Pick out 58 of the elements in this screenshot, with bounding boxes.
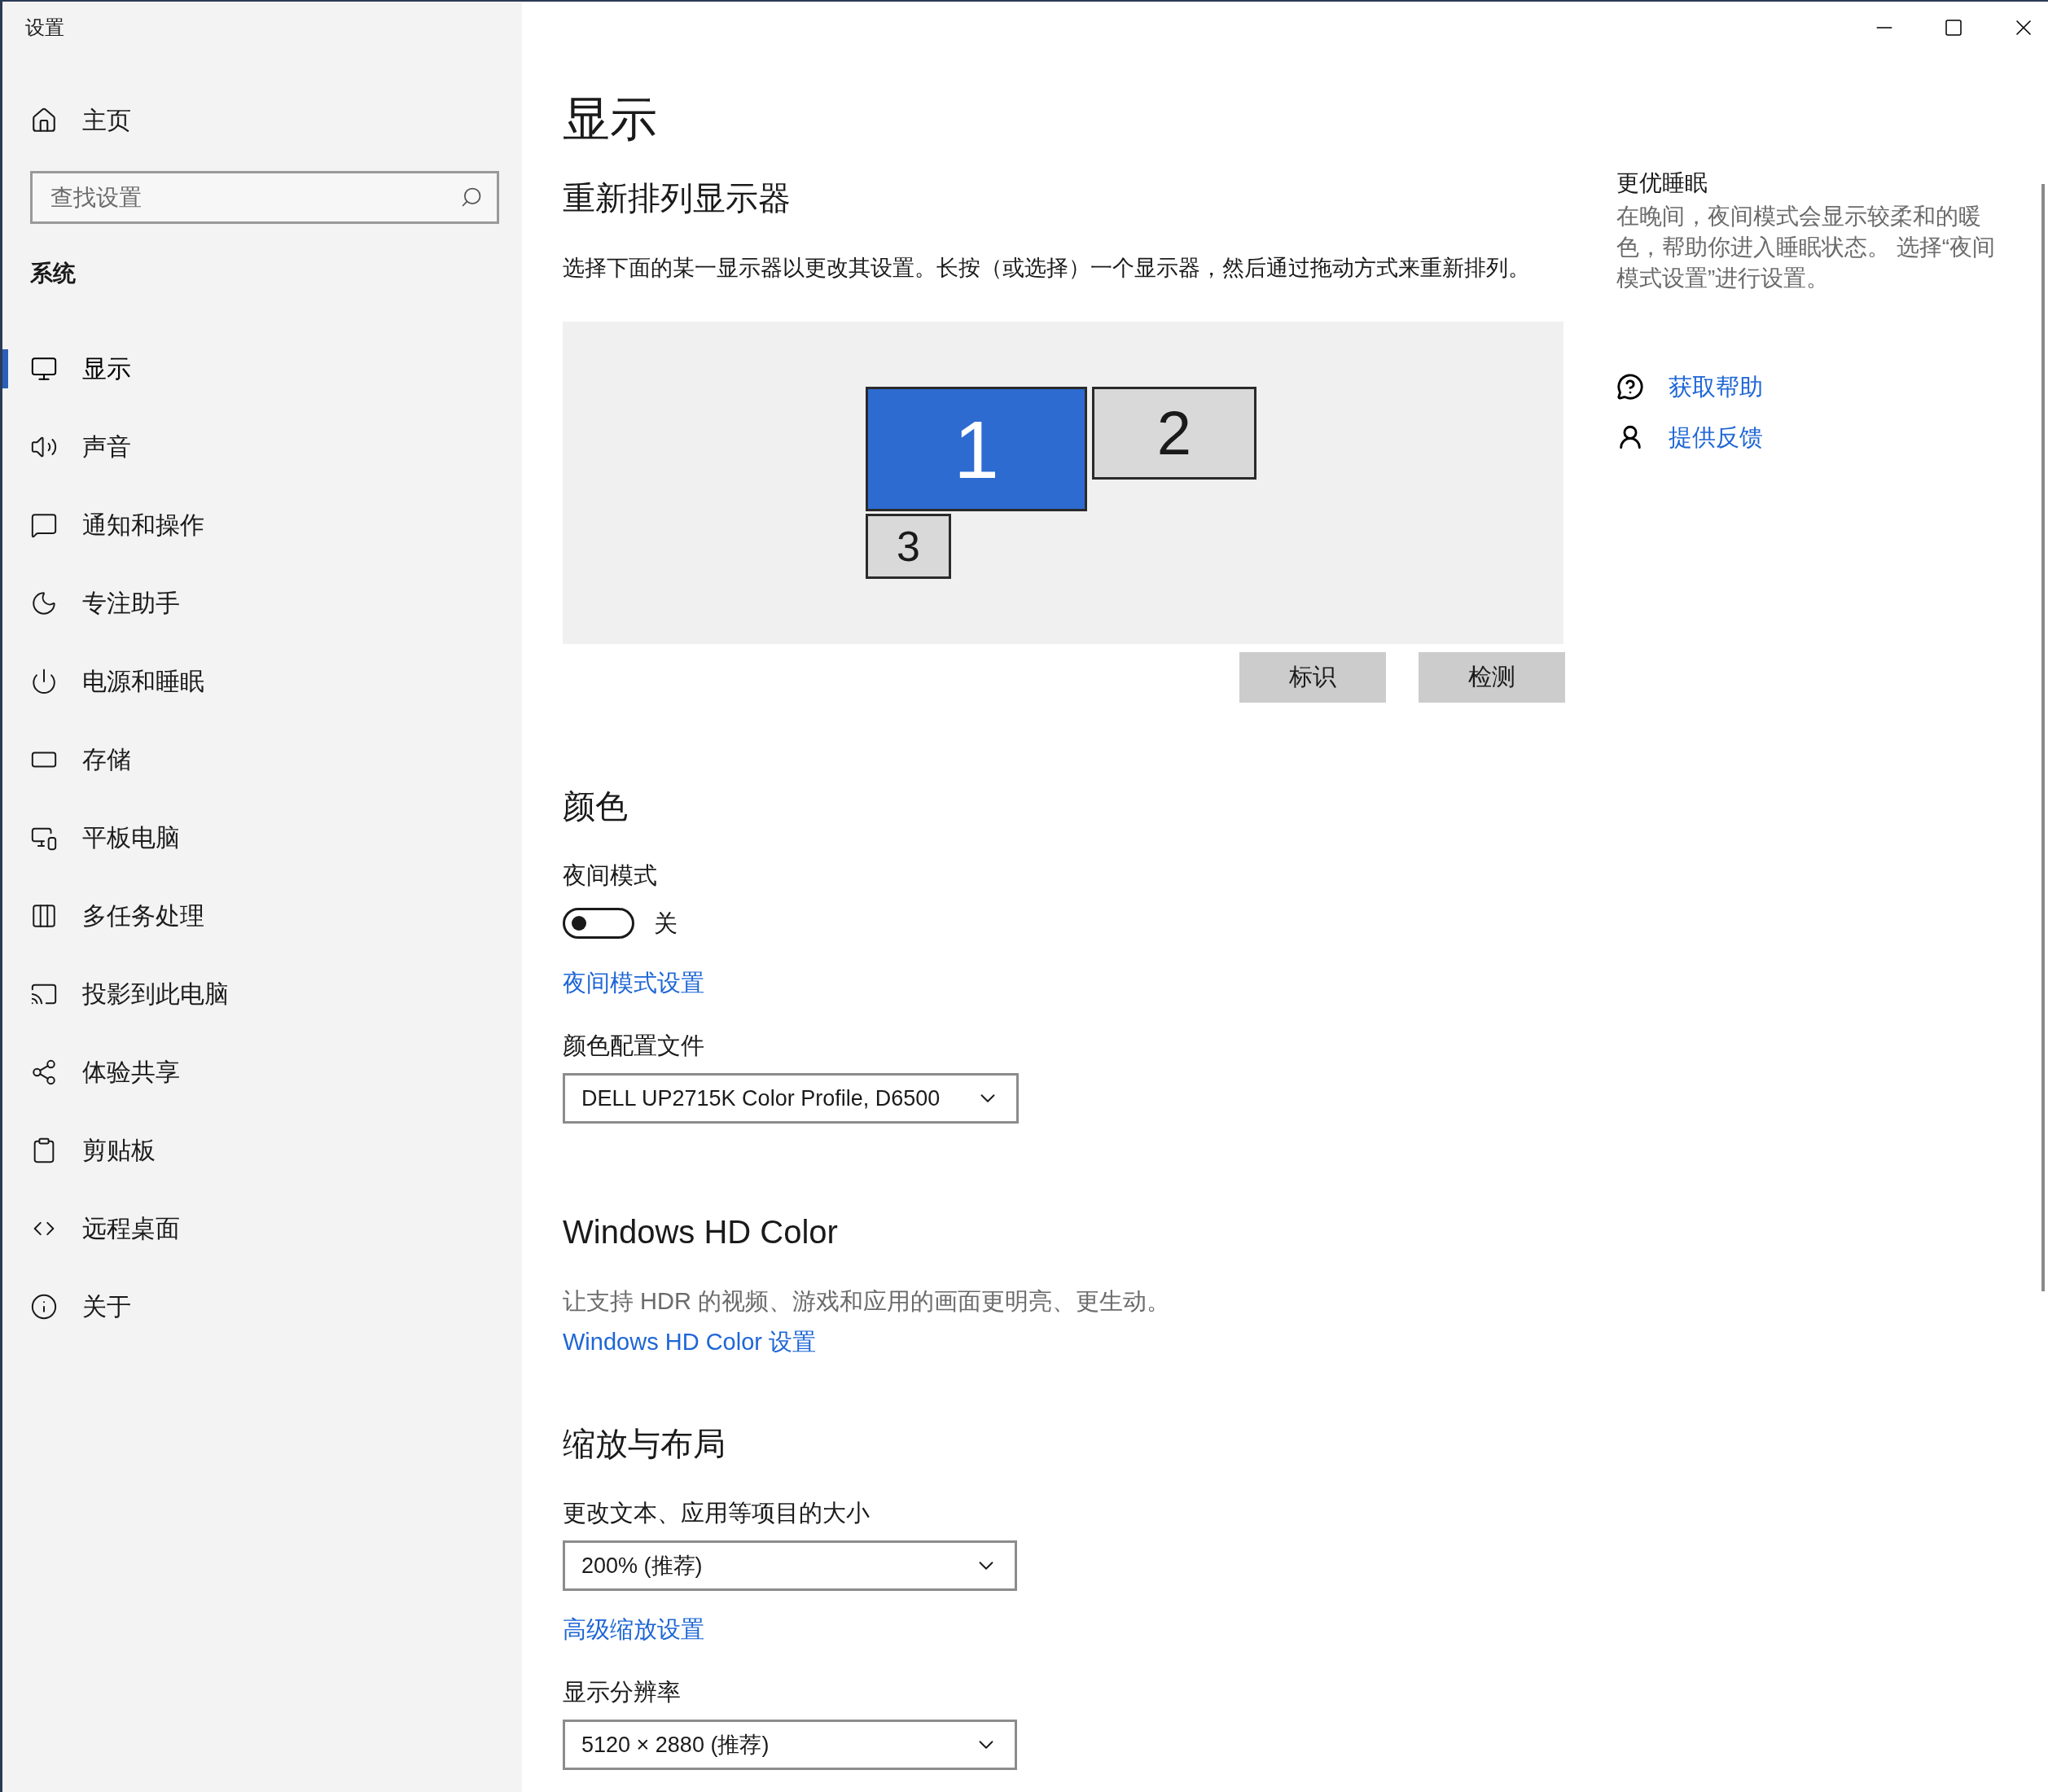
maximize-icon[interactable] (1944, 18, 1963, 37)
help-link[interactable]: 获取帮助 (1669, 370, 1763, 403)
monitor-tile[interactable]: 2 (1092, 387, 1256, 480)
resolution-dropdown[interactable]: 5120 × 2880 (推荐) (563, 1720, 1017, 1770)
monitor-tile[interactable]: 1 (866, 387, 1087, 511)
toggle-knob (572, 916, 586, 931)
toggle-label: 夜间模式 (563, 861, 658, 890)
settings-link[interactable]: 高级缩放设置 (563, 1613, 704, 1645)
nav-item[interactable]: 体验共享 (30, 1056, 180, 1089)
share-icon (30, 1058, 58, 1086)
nav-item[interactable]: 声音 (30, 431, 131, 463)
profile-dropdown[interactable]: DELL UP2715K Color Profile, D6500 (563, 1073, 1019, 1124)
toggle-switch[interactable] (563, 908, 634, 939)
search-field[interactable]: 查找设置 (30, 171, 499, 224)
speech-bubble-icon (30, 511, 58, 539)
description: 让支持 HDR 的视频、游戏和应用的画面更明亮、更生动。 (563, 1287, 1171, 1316)
page-title: 显示 (563, 91, 658, 147)
aside-heading: 更优睡眠 (1616, 169, 1708, 197)
nav-item[interactable]: 远程桌面 (30, 1212, 180, 1245)
columns-icon (30, 902, 58, 930)
help-link[interactable]: 提供反馈 (1669, 421, 1763, 453)
nav-item[interactable]: 投影到此电脑 (30, 978, 229, 1010)
description: 选择下面的某一显示器以更改其设置。长按（或选择）一个显示器，然后通过拖动方式来重新排列。 (563, 255, 1530, 282)
nav-item[interactable]: 平板电脑 (30, 822, 180, 854)
window-title: 设置 (25, 15, 65, 40)
section-heading: 缩放与布局 (563, 1425, 726, 1463)
nav-item[interactable]: 专注助手 (30, 587, 180, 620)
scale-dropdown[interactable]: 200% (推荐) (563, 1540, 1017, 1591)
section-heading: Windows HD Color (563, 1213, 839, 1251)
settings-link[interactable]: Windows HD Color 设置 (563, 1325, 816, 1358)
moon-icon (30, 589, 58, 617)
nav-item[interactable]: 存储 (30, 743, 131, 776)
section-heading: 重新排列显示器 (563, 179, 792, 217)
scrollbar[interactable] (2041, 184, 2045, 1291)
home-link[interactable]: 主页 (30, 104, 522, 137)
power-icon (30, 668, 58, 695)
nav-item[interactable]: 多任务处理 (30, 900, 204, 932)
nav-item[interactable]: 通知和操作 (30, 509, 204, 541)
settings-link[interactable]: 夜间模式设置 (563, 966, 704, 999)
home-icon (30, 107, 58, 134)
field-label: 颜色配置文件 (563, 1032, 705, 1060)
toggle-state: 关 (654, 909, 678, 938)
info-icon (30, 1293, 58, 1321)
nav-item[interactable]: 显示 (30, 353, 131, 385)
question-bubble-icon (1616, 373, 1644, 401)
section-heading: 颜色 (563, 787, 629, 826)
field-label: 更改文本、应用等项目的大小 (563, 1499, 871, 1527)
nav-item[interactable]: 关于 (30, 1290, 131, 1323)
aside-text: 在晚间，夜间模式会显示较柔和的暖色，帮助你进入睡眠状态。 选择“夜间模式设置”进行设置。 (1616, 203, 1997, 292)
search-icon (460, 186, 483, 208)
nav-item[interactable]: 电源和睡眠 (30, 665, 204, 698)
action-button[interactable]: 检测 (1419, 652, 1565, 703)
action-button[interactable]: 标识 (1239, 652, 1386, 703)
monitor-tile[interactable]: 3 (866, 514, 951, 579)
monitor-icon (30, 355, 58, 383)
field-label: 显示分辨率 (563, 1678, 682, 1707)
nav-item[interactable]: 剪贴板 (30, 1134, 156, 1167)
section-heading: 系统 (30, 260, 77, 287)
